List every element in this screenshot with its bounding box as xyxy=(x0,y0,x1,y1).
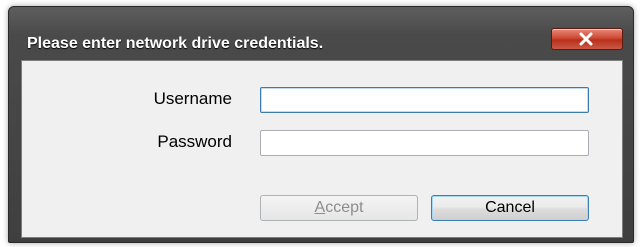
accept-mnemonic: A xyxy=(314,199,326,216)
accept-button[interactable]: Accept xyxy=(260,195,418,221)
dialog-title: Please enter network drive credentials. xyxy=(27,35,324,52)
cancel-label: Cancel xyxy=(485,199,535,216)
credentials-dialog: Please enter network drive credentials. … xyxy=(8,6,634,243)
close-button[interactable] xyxy=(551,28,623,50)
cancel-button[interactable]: Cancel xyxy=(431,195,589,221)
accept-label: ccept xyxy=(325,199,364,216)
dialog-body: Username Password Accept Cancel xyxy=(21,60,623,238)
username-input[interactable] xyxy=(260,87,589,113)
username-label: Username xyxy=(153,89,232,108)
password-input[interactable] xyxy=(260,130,589,156)
password-label: Password xyxy=(157,132,232,151)
title-bar[interactable]: Please enter network drive credentials. xyxy=(9,7,633,59)
